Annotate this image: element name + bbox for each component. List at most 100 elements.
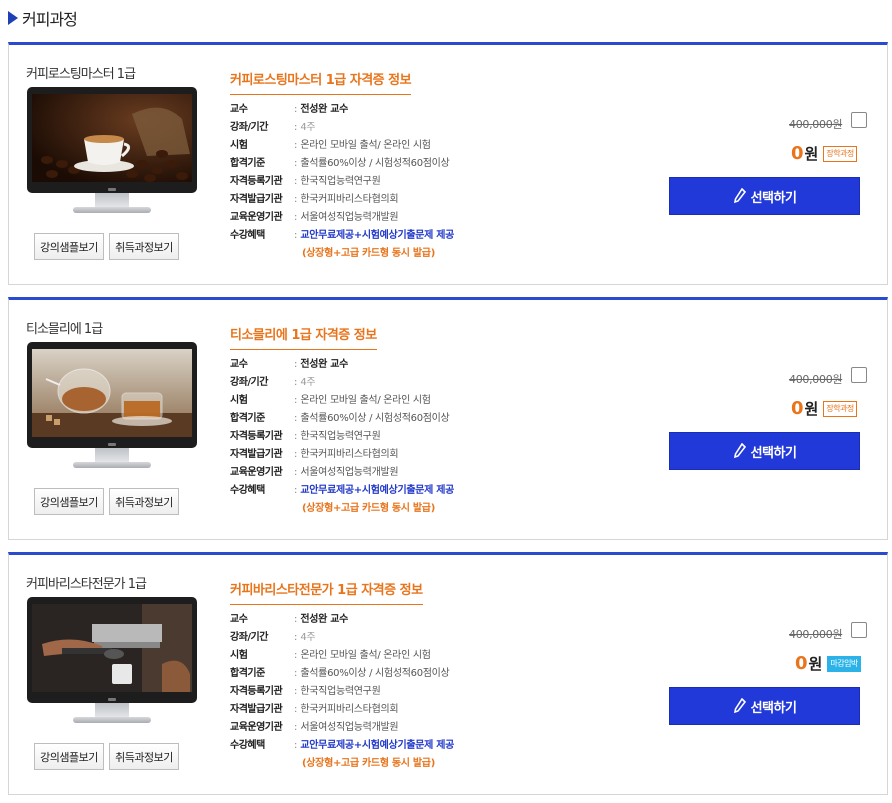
info-label: 자격등록기관 xyxy=(230,686,283,697)
course-card-tea-sommelier: 티소믈리에 1급 강의샘플보기 취득과정보기 티소믈리에 1급 자격증 정보 교… xyxy=(8,297,888,540)
course-info-table: 교수: 전성완 교수 강좌/기간:4주 시험: 온라인 모바일 출석/ 온라인 시험… xyxy=(230,101,454,263)
select-course-button[interactable]: 선택하기 xyxy=(669,687,860,725)
original-price: 400,000원 xyxy=(789,118,843,131)
current-price: 0원 마감임박 xyxy=(795,653,861,674)
info-value: 4주 xyxy=(300,632,316,643)
lecture-sample-button[interactable]: 강의샘플보기 xyxy=(34,488,104,515)
info-value: 한국직업능력연구원 xyxy=(300,176,381,187)
current-price: 0원 장학과정 xyxy=(791,398,857,419)
current-price: 0원 장학과정 xyxy=(791,143,857,164)
course-thumb-title: 티소믈리에 1급 xyxy=(26,322,103,337)
info-value: 교안무료제공+시험예상기출문제 제공 xyxy=(300,230,455,241)
price-value: 0 xyxy=(791,143,804,164)
info-label: 교육운영기관 xyxy=(230,467,283,478)
info-row-period: 강좌/기간:4주 xyxy=(230,374,454,392)
info-value: 전성완 교수 xyxy=(300,359,349,370)
info-label: 강좌/기간 xyxy=(230,632,268,643)
course-thumbnail xyxy=(27,342,197,468)
info-label: 교수 xyxy=(230,104,248,115)
benefit-note: (상장형+고급 카드형 동시 발급) xyxy=(302,758,435,769)
info-row-registration-org: 자격등록기관: 한국직업능력연구원 xyxy=(230,173,454,191)
info-value: 한국커피바리스타협의회 xyxy=(300,449,399,460)
info-row-benefit-note: (상장형+고급 카드형 동시 발급) xyxy=(230,500,454,518)
course-info-table: 교수: 전성완 교수 강좌/기간:4주 시험: 온라인 모바일 출석/ 온라인 시험… xyxy=(230,611,454,773)
course-info-button[interactable]: 취득과정보기 xyxy=(109,743,179,770)
select-course-label: 선택하기 xyxy=(750,190,797,206)
select-course-label: 선택하기 xyxy=(750,445,797,461)
info-row-issuing-org: 자격발급기관: 한국커피바리스타협의회 xyxy=(230,446,454,464)
course-info-title: 티소믈리에 1급 자격증 정보 xyxy=(230,324,377,350)
course-info-button[interactable]: 취득과정보기 xyxy=(109,233,179,260)
info-label: 자격발급기관 xyxy=(230,194,283,205)
info-row-pass-criteria: 합격기준: 출석률60%이상 / 시험성적60점이상 xyxy=(230,155,454,173)
info-value: 4주 xyxy=(300,377,316,388)
info-row-professor: 교수: 전성완 교수 xyxy=(230,611,454,629)
info-row-exam: 시험: 온라인 모바일 출석/ 온라인 시험 xyxy=(230,137,454,155)
info-row-professor: 교수: 전성완 교수 xyxy=(230,101,454,119)
info-row-pass-criteria: 합격기준: 출석률60%이상 / 시험성적60점이상 xyxy=(230,410,454,428)
info-label: 교수 xyxy=(230,614,248,625)
pencil-icon xyxy=(733,443,747,459)
select-course-button[interactable]: 선택하기 xyxy=(669,432,860,470)
info-value: 출석률60%이상 / 시험성적60점이상 xyxy=(300,413,450,424)
info-row-benefits: 수강혜택: 교안무료제공+시험예상기출문제 제공 xyxy=(230,482,454,500)
info-label: 자격등록기관 xyxy=(230,176,283,187)
info-label: 수강혜택 xyxy=(230,230,265,241)
original-price: 400,000원 xyxy=(789,373,843,386)
info-value: 서울여성직업능력개발원 xyxy=(300,467,399,478)
info-row-issuing-org: 자격발급기관: 한국커피바리스타협의회 xyxy=(230,701,454,719)
status-badge: 마감임박 xyxy=(827,655,861,672)
lecture-sample-button[interactable]: 강의샘플보기 xyxy=(34,233,104,260)
pencil-icon xyxy=(733,698,747,714)
original-price: 400,000원 xyxy=(789,628,843,641)
info-row-operating-org: 교육운영기관: 서울여성직업능력개발원 xyxy=(230,719,454,737)
info-row-benefit-note: (상장형+고급 카드형 동시 발급) xyxy=(230,755,454,773)
select-course-button[interactable]: 선택하기 xyxy=(669,177,860,215)
course-thumb-title: 커피로스팅마스터 1급 xyxy=(26,67,136,82)
info-value: 한국커피바리스타협의회 xyxy=(300,704,399,715)
coffee-roasting-image xyxy=(32,94,192,182)
info-value: 4주 xyxy=(300,122,316,133)
info-value: 온라인 모바일 출석/ 온라인 시험 xyxy=(300,650,431,661)
course-info-table: 교수: 전성완 교수 강좌/기간:4주 시험: 온라인 모바일 출석/ 온라인 시험… xyxy=(230,356,454,518)
lecture-sample-button[interactable]: 강의샘플보기 xyxy=(34,743,104,770)
info-row-registration-org: 자격등록기관: 한국직업능력연구원 xyxy=(230,683,454,701)
course-card-coffee-roasting: 커피로스팅마스터 1급 강의샘플보기 취득과정보기 커피로스팅마스터 1급 자격… xyxy=(8,42,888,285)
info-value: 한국직업능력연구원 xyxy=(300,686,381,697)
price-unit: 원 xyxy=(804,145,819,163)
info-label: 시험 xyxy=(230,395,248,406)
info-row-period: 강좌/기간:4주 xyxy=(230,119,454,137)
select-checkbox[interactable] xyxy=(851,112,867,128)
course-info-button[interactable]: 취득과정보기 xyxy=(109,488,179,515)
info-row-benefits: 수강혜택: 교안무료제공+시험예상기출문제 제공 xyxy=(230,227,454,245)
info-value: 한국커피바리스타협의회 xyxy=(300,194,399,205)
course-info-title: 커피로스팅마스터 1급 자격증 정보 xyxy=(230,69,412,95)
info-row-operating-org: 교육운영기관: 서울여성직업능력개발원 xyxy=(230,464,454,482)
status-badge: 장학과정 xyxy=(823,145,857,162)
info-label: 합격기준 xyxy=(230,668,265,679)
price-value: 0 xyxy=(795,653,808,674)
info-label: 시험 xyxy=(230,140,248,151)
section-title: 커피과정 xyxy=(22,10,78,29)
section-heading: 커피과정 xyxy=(8,6,78,30)
info-row-benefits: 수강혜택: 교안무료제공+시험예상기출문제 제공 xyxy=(230,737,454,755)
pencil-icon xyxy=(733,188,747,204)
price-value: 0 xyxy=(791,398,804,419)
info-value: 교안무료제공+시험예상기출문제 제공 xyxy=(300,740,455,751)
info-label: 합격기준 xyxy=(230,413,265,424)
info-value: 온라인 모바일 출석/ 온라인 시험 xyxy=(300,395,431,406)
info-label: 교수 xyxy=(230,359,248,370)
info-value: 전성완 교수 xyxy=(300,614,349,625)
status-badge: 장학과정 xyxy=(823,400,857,417)
info-row-registration-org: 자격등록기관: 한국직업능력연구원 xyxy=(230,428,454,446)
select-checkbox[interactable] xyxy=(851,622,867,638)
course-thumbnail xyxy=(27,87,197,213)
select-checkbox[interactable] xyxy=(851,367,867,383)
info-row-period: 강좌/기간:4주 xyxy=(230,629,454,647)
info-label: 강좌/기간 xyxy=(230,377,268,388)
tea-image xyxy=(32,349,192,437)
info-row-exam: 시험: 온라인 모바일 출석/ 온라인 시험 xyxy=(230,392,454,410)
info-row-professor: 교수: 전성완 교수 xyxy=(230,356,454,374)
info-value: 한국직업능력연구원 xyxy=(300,431,381,442)
info-row-issuing-org: 자격발급기관: 한국커피바리스타협의회 xyxy=(230,191,454,209)
